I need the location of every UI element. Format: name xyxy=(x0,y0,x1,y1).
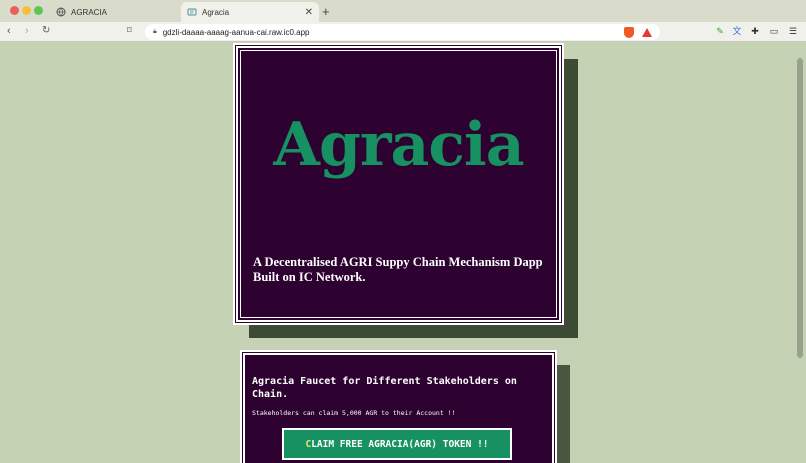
browser-toolbar: ‹ › ↻ ⌑ 🔒︎ gdzli-daaaa-aaaag-aanua-cai.r… xyxy=(0,22,806,42)
zoom-window-button[interactable] xyxy=(34,6,43,15)
address-bar[interactable]: 🔒︎ gdzli-daaaa-aaaag-aanua-cai.raw.ic0.a… xyxy=(145,24,660,40)
hero-card: Agracia A Decentralised AGRI Suppy Chain… xyxy=(233,43,564,325)
close-tab-icon[interactable]: ✕ xyxy=(305,7,313,18)
agracia-logo: Agracia xyxy=(273,110,524,180)
faucet-subtitle: Stakeholders can claim 5,000 AGR to thei… xyxy=(252,409,456,417)
translate-icon[interactable]: 文 xyxy=(732,26,742,36)
extension-icon[interactable]: ✎ xyxy=(715,26,725,36)
bookmark-icon[interactable]: ⌑ xyxy=(127,25,132,36)
faucet-card: Agracia Faucet for Different Stakeholder… xyxy=(240,350,557,463)
tab-label: Agracia xyxy=(202,7,230,17)
close-window-button[interactable] xyxy=(10,6,19,15)
page-scrollbar[interactable] xyxy=(797,58,803,358)
reload-icon[interactable]: ↻ xyxy=(42,25,50,36)
site-favicon-icon xyxy=(187,7,197,17)
lock-icon: 🔒︎ xyxy=(153,28,157,35)
hero-tagline: A Decentralised AGRI Suppy Chain Mechani… xyxy=(253,255,543,284)
faucet-title: Agracia Faucet for Different Stakeholder… xyxy=(252,376,517,400)
tab-agracia-2[interactable]: Agracia ✕ xyxy=(181,2,319,22)
new-tab-button[interactable]: + xyxy=(322,4,330,19)
extensions-puzzle-icon[interactable]: ✚ xyxy=(750,26,760,36)
minimize-window-button[interactable] xyxy=(22,6,31,15)
brave-rewards-icon[interactable] xyxy=(642,27,652,37)
globe-icon xyxy=(56,7,66,17)
forward-icon[interactable]: › xyxy=(25,25,29,37)
tab-label: AGRACIA xyxy=(71,7,108,17)
claim-button-label: LAIM FREE AGRACIA(AGR) TOKEN !! xyxy=(311,438,489,450)
browser-titlebar: AGRACIA Agracia ✕ + xyxy=(0,0,806,22)
claim-token-button[interactable]: C LAIM FREE AGRACIA(AGR) TOKEN !! xyxy=(282,428,512,460)
tab-agracia-1[interactable]: AGRACIA xyxy=(50,2,180,22)
brave-shield-icon[interactable] xyxy=(624,26,634,38)
back-icon[interactable]: ‹ xyxy=(7,25,11,37)
url-text: gdzli-daaaa-aaaag-aanua-cai.raw.ic0.app xyxy=(162,27,310,37)
wallet-icon[interactable]: ▭ xyxy=(769,26,779,36)
menu-icon[interactable]: ☰ xyxy=(788,26,798,36)
